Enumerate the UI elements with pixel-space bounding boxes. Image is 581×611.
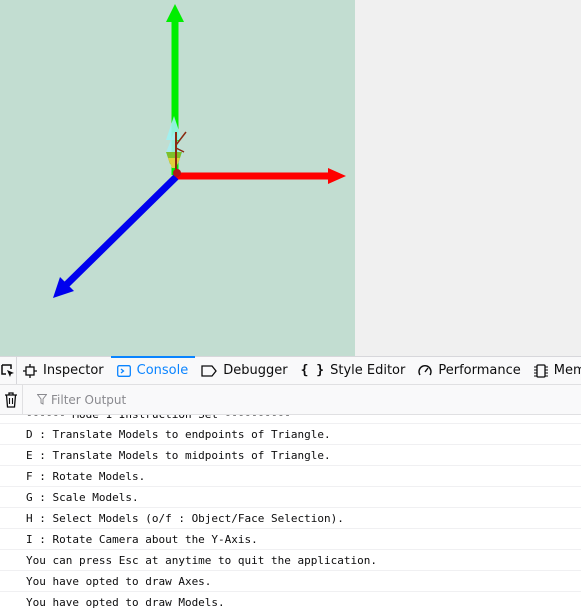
console-message: D : Translate Models to endpoints of Tri… xyxy=(0,424,581,445)
models-cluster xyxy=(165,116,187,177)
console-message: G : Scale Models. xyxy=(0,487,581,508)
inspector-icon xyxy=(23,363,37,378)
filter-icon xyxy=(37,394,47,405)
console-filter-bar: Filter Output xyxy=(0,385,581,415)
console-message: H : Select Models (o/f : Object/Face Sel… xyxy=(0,508,581,529)
tab-memory[interactable]: Memory xyxy=(528,357,581,384)
clear-console-button[interactable] xyxy=(0,385,23,414)
z-axis-line xyxy=(61,174,179,290)
tab-style-editor-label: Style Editor xyxy=(330,363,406,378)
console-message: F : Rotate Models. xyxy=(0,466,581,487)
tab-memory-label: Memory xyxy=(553,363,581,378)
webgl-canvas[interactable] xyxy=(0,0,355,356)
style-editor-icon: { } xyxy=(300,363,325,378)
tab-inspector[interactable]: Inspector xyxy=(17,357,111,384)
console-message: ------ Mode 1 Instruction Set ---------- xyxy=(0,415,581,424)
trash-icon xyxy=(5,391,17,408)
memory-icon xyxy=(533,363,548,378)
tab-console-label: Console xyxy=(136,363,189,378)
tab-inspector-label: Inspector xyxy=(43,363,104,378)
tab-debugger-label: Debugger xyxy=(223,363,288,378)
tab-console[interactable]: Console xyxy=(110,356,196,384)
tab-debugger[interactable]: Debugger xyxy=(195,357,294,384)
page-content-area xyxy=(0,0,581,356)
debugger-icon xyxy=(201,364,218,377)
devtools-toolbar: Inspector Console Debugger { } Style Edi… xyxy=(0,356,581,385)
console-message: E : Translate Models to midpoints of Tri… xyxy=(0,445,581,466)
tab-style-editor[interactable]: { } Style Editor xyxy=(295,357,413,384)
console-output: ------ Mode 1 Instruction Set ----------… xyxy=(0,415,581,611)
console-message: I : Rotate Camera about the Y-Axis. xyxy=(0,529,581,550)
filter-placeholder: Filter Output xyxy=(51,392,127,407)
x-axis-arrowhead xyxy=(328,168,346,184)
filter-output-input[interactable]: Filter Output xyxy=(37,393,126,407)
console-message: You can press Esc at anytime to quit the… xyxy=(0,550,581,571)
console-icon xyxy=(116,364,131,377)
element-picker-button[interactable] xyxy=(0,357,17,384)
axes-scene xyxy=(53,4,346,298)
tab-performance-label: Performance xyxy=(438,363,521,378)
performance-icon xyxy=(418,364,433,375)
console-message: You have opted to draw Axes. xyxy=(0,571,581,592)
console-message: You have opted to draw Models. xyxy=(0,592,581,611)
tab-performance[interactable]: Performance xyxy=(412,357,527,384)
y-axis-arrowhead xyxy=(166,4,184,22)
element-picker-icon xyxy=(1,363,14,377)
